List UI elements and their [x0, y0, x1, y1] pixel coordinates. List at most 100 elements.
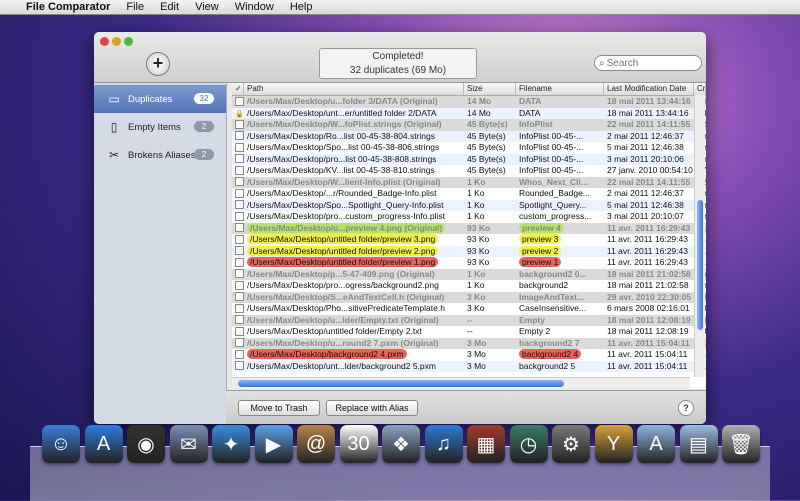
- table-row[interactable]: /Users/Max/Desktop/Pho...sitivePredicate…: [232, 303, 706, 315]
- row-checkbox[interactable]: [235, 269, 244, 279]
- row-checkbox[interactable]: [235, 96, 244, 106]
- move-to-trash-button[interactable]: Move to Trash: [238, 400, 320, 416]
- app-store-icon[interactable]: A: [84, 425, 123, 463]
- preview-icon[interactable]: ❖: [382, 425, 420, 463]
- row-checkbox[interactable]: [235, 154, 244, 164]
- col-header-filename[interactable]: Filename: [516, 83, 604, 95]
- table-row[interactable]: /Users/Max/Desktop/Ro...list 00-45-38-80…: [232, 130, 706, 143]
- check-cell[interactable]: [232, 131, 244, 143]
- table-row[interactable]: /Users/Max/Desktop/Spo...Spotlight_Query…: [232, 199, 706, 212]
- lock-icon[interactable]: 🔒: [235, 111, 244, 118]
- itunes-icon[interactable]: ♫: [424, 425, 463, 463]
- scroll-thumb[interactable]: [697, 200, 703, 330]
- row-checkbox[interactable]: [235, 200, 244, 210]
- check-cell[interactable]: [232, 292, 244, 304]
- table-row[interactable]: /Users/Max/Desktop/u...round2 7.pxm (Ori…: [232, 337, 706, 350]
- table-row[interactable]: /Users/Max/Desktop/p...5-47-409.png (Ori…: [232, 268, 706, 281]
- row-checkbox[interactable]: [235, 223, 244, 233]
- check-cell[interactable]: [232, 96, 244, 108]
- table-row[interactable]: /Users/Max/Desktop/untitled folder/previ…: [232, 245, 706, 257]
- table-row[interactable]: /Users/Max/Desktop/untitled folder/previ…: [232, 257, 706, 269]
- documents-folder-icon[interactable]: ▤: [679, 425, 718, 463]
- ical-icon[interactable]: 30: [339, 425, 378, 463]
- check-cell[interactable]: [232, 223, 244, 235]
- search-field[interactable]: ⌕: [594, 55, 702, 71]
- trash-icon[interactable]: 🗑: [722, 425, 760, 463]
- check-cell[interactable]: [232, 188, 244, 200]
- menu-file[interactable]: File: [118, 0, 152, 14]
- facetime-icon[interactable]: ▶: [254, 425, 293, 463]
- row-checkbox[interactable]: [235, 142, 244, 152]
- file-comparator-icon[interactable]: Y: [594, 425, 633, 463]
- sidebar-item-duplicates[interactable]: ▭ Duplicates 32: [94, 85, 226, 113]
- sidebar-item-empty-items[interactable]: ▯ Empty Items 2: [94, 113, 226, 141]
- col-header-check[interactable]: ✓: [232, 83, 244, 95]
- check-cell[interactable]: 🔒: [232, 108, 244, 120]
- system-preferences-icon[interactable]: ⚙: [552, 425, 590, 463]
- zoom-window-button[interactable]: [124, 37, 133, 46]
- table-row[interactable]: 🔒/Users/Max/Desktop/unt...er/untitled fo…: [232, 107, 706, 120]
- replace-with-alias-button[interactable]: Replace with Alias: [326, 400, 418, 416]
- close-window-button[interactable]: [100, 37, 109, 46]
- minimize-window-button[interactable]: [112, 37, 121, 46]
- time-machine-icon[interactable]: ◷: [509, 425, 548, 463]
- photobooth-icon[interactable]: ▦: [467, 425, 505, 463]
- check-cell[interactable]: [232, 234, 244, 246]
- address-book-icon[interactable]: @: [297, 425, 335, 463]
- check-cell[interactable]: [232, 315, 244, 327]
- row-checkbox[interactable]: [235, 246, 244, 256]
- table-row[interactable]: /Users/Max/Desktop/pro...custom_progress…: [232, 211, 706, 223]
- check-cell[interactable]: [232, 326, 244, 338]
- check-cell[interactable]: [232, 200, 244, 212]
- row-checkbox[interactable]: [235, 119, 244, 129]
- check-cell[interactable]: [232, 361, 244, 373]
- col-header-path[interactable]: Path: [244, 83, 464, 95]
- search-input[interactable]: [606, 57, 687, 69]
- row-checkbox[interactable]: [235, 326, 244, 336]
- row-checkbox[interactable]: [235, 177, 244, 187]
- horizontal-scrollbar[interactable]: [232, 377, 690, 389]
- table-row[interactable]: /Users/Max/Desktop/background2 4.pxm 3 Mo…: [232, 349, 706, 361]
- row-checkbox[interactable]: [235, 303, 244, 313]
- check-cell[interactable]: [232, 269, 244, 281]
- table-row[interactable]: /Users/Max/Desktop/untitled folder/previ…: [232, 234, 706, 246]
- table-row[interactable]: /Users/Max/Desktop/unt...lder/background…: [232, 360, 706, 373]
- check-cell[interactable]: [232, 338, 244, 350]
- applications-folder-icon[interactable]: A: [637, 425, 675, 463]
- table-row[interactable]: /Users/Max/Desktop/u...preview 4.png (Or…: [232, 222, 706, 235]
- add-folder-button[interactable]: +: [146, 52, 170, 76]
- check-cell[interactable]: [232, 349, 244, 361]
- help-button[interactable]: ?: [678, 400, 694, 416]
- row-checkbox[interactable]: [235, 211, 244, 221]
- table-row[interactable]: /Users/Max/Desktop/...r/Rounded_Badge-In…: [232, 188, 706, 200]
- menu-app-name[interactable]: File Comparator: [18, 0, 118, 14]
- col-header-date[interactable]: Last Modification Date: [604, 83, 694, 95]
- row-checkbox[interactable]: [235, 257, 244, 267]
- scroll-thumb[interactable]: [238, 380, 564, 387]
- table-row[interactable]: /Users/Max/Desktop/pro...ogress/backgrou…: [232, 280, 706, 292]
- check-cell[interactable]: [232, 154, 244, 166]
- finder-icon[interactable]: ☺: [42, 425, 80, 463]
- menu-window[interactable]: Window: [227, 0, 282, 14]
- row-checkbox[interactable]: [235, 292, 244, 302]
- row-checkbox[interactable]: [235, 280, 244, 290]
- check-cell[interactable]: [232, 257, 244, 269]
- row-checkbox[interactable]: [235, 361, 244, 371]
- table-row[interactable]: /Users/Max/Desktop/S...eAndTextCell.h (O…: [232, 291, 706, 304]
- check-cell[interactable]: [232, 142, 244, 154]
- row-checkbox[interactable]: [235, 188, 244, 198]
- dashboard-icon[interactable]: ◉: [127, 425, 165, 463]
- row-checkbox[interactable]: [235, 315, 244, 325]
- table-row[interactable]: /Users/Max/Desktop/Spo...list 00-45-38-8…: [232, 142, 706, 154]
- safari-icon[interactable]: ✦: [212, 425, 250, 463]
- col-header-created[interactable]: Cre: [694, 83, 706, 95]
- table-row[interactable]: /Users/Max/Desktop/W...foPlist.strings (…: [232, 119, 706, 131]
- check-cell[interactable]: [232, 211, 244, 223]
- check-cell[interactable]: [232, 303, 244, 315]
- row-checkbox[interactable]: [235, 165, 244, 175]
- sidebar-item-broken-aliases[interactable]: ✂ Brokens Aliases 2: [94, 141, 226, 169]
- mail-stamp-icon[interactable]: ✉: [169, 425, 208, 463]
- check-cell[interactable]: [232, 165, 244, 177]
- row-checkbox[interactable]: [235, 349, 244, 359]
- check-cell[interactable]: [232, 119, 244, 131]
